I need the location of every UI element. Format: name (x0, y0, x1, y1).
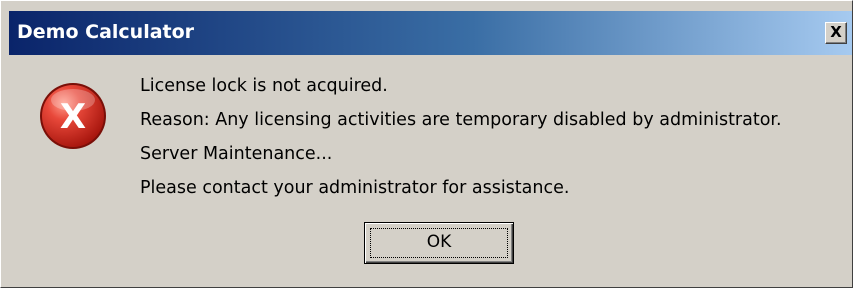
message-text: License lock is not acquired. Reason: An… (140, 69, 782, 205)
window-title: Demo Calculator (17, 21, 195, 43)
message-line: License lock is not acquired. (140, 76, 388, 96)
message-line: Server Maintenance... (140, 144, 333, 164)
message-line: Please contact your administrator for as… (140, 178, 570, 198)
error-icon: X (40, 83, 106, 149)
title-bar[interactable]: Demo Calculator X (9, 11, 852, 55)
ok-button[interactable]: OK (364, 222, 514, 264)
error-dialog: Demo Calculator X X License lock is not … (0, 0, 853, 288)
message-line: Reason: Any licensing activities are tem… (140, 110, 782, 130)
error-icon-glyph: X (60, 97, 86, 137)
ok-button-label: OK (426, 232, 452, 252)
close-icon: X (830, 23, 842, 41)
close-button[interactable]: X (825, 22, 847, 44)
